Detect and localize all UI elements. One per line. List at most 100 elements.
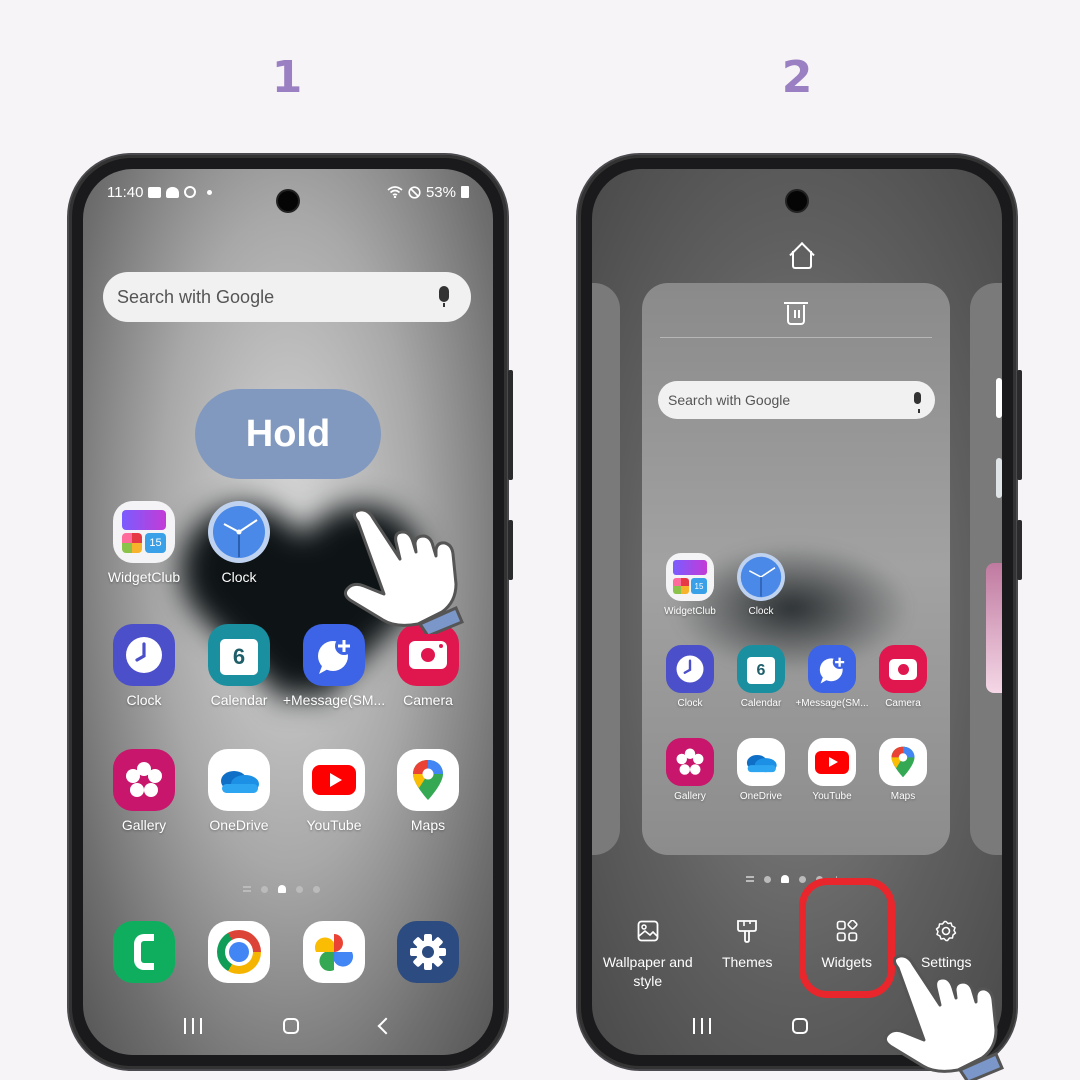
onedrive-icon [737,738,785,786]
wallpaper-icon [636,919,660,943]
home-screen[interactable]: 11:40 53% Search with Google Hold 15 Wid… [83,169,493,1055]
navigation-bar [83,1011,493,1041]
volume-button [508,370,513,480]
next-page-card[interactable] [970,283,1002,855]
chrome-icon [208,921,270,983]
recents-button[interactable] [692,1018,711,1034]
page-indicator[interactable] [243,885,320,893]
settings-gear-icon [934,919,958,943]
app-gallery[interactable]: Gallery [655,738,725,802]
weather-icon [166,186,180,198]
app-label: Maps [410,817,446,833]
app-label: WidgetClub [107,569,181,585]
hand-pointer-icon [343,508,464,634]
app-onedrive[interactable]: OneDrive [194,749,284,833]
dock-photos[interactable] [289,921,379,983]
recents-button[interactable] [183,1018,202,1034]
app-label: Calendar [740,698,782,709]
app-maps[interactable]: Maps [383,749,473,833]
delete-page-icon[interactable] [784,302,808,325]
do-not-disturb-icon [408,185,421,199]
search-placeholder: Search with Google [668,392,791,408]
clock-analog-icon [737,553,785,601]
step-number-2: 2 [781,52,813,103]
app-clock-analog[interactable]: Clock [194,501,284,585]
app-clock[interactable]: Clock [655,645,725,709]
app-message[interactable]: +Message(SM... [795,645,869,709]
page-home-icon[interactable] [781,875,789,883]
app-clock-analog[interactable]: Clock [726,553,796,617]
app-onedrive[interactable]: OneDrive [726,738,796,802]
power-button [508,520,513,580]
battery-icon [461,186,469,198]
app-label: +Message(SM... [795,698,869,709]
app-widgetclub[interactable]: 15 WidgetClub [655,553,725,617]
themes-button[interactable]: Themes [698,919,798,991]
phone-frame-2: Search with Google 15 WidgetClub Clock C… [578,155,1022,1080]
power-button [1017,520,1022,580]
dock-settings[interactable] [383,921,473,983]
app-calendar[interactable]: 6 Calendar [194,624,284,708]
home-button[interactable] [282,1018,299,1034]
hold-label: Hold [245,412,331,455]
page-dot[interactable] [296,885,303,893]
app-maps[interactable]: Maps [868,738,938,802]
app-message[interactable]: +Message(SM... [283,624,385,708]
edit-label: Wallpaper and style [602,954,693,989]
mic-icon[interactable] [439,286,449,307]
google-search-bar[interactable]: Search with Google [658,381,935,419]
mic-icon[interactable] [914,392,921,413]
page-dot[interactable] [799,875,806,883]
app-label: Gallery [674,791,706,802]
prev-page-card[interactable] [592,283,620,855]
app-clock[interactable]: Clock [99,624,189,708]
widgetclub-icon: 15 [666,553,714,601]
app-label: Calendar [210,692,268,708]
app-label: Clock [677,698,703,709]
app-calendar[interactable]: 6 Calendar [726,645,796,709]
edit-label: Themes [721,954,773,970]
google-search-bar[interactable]: Search with Google [103,272,471,322]
page-dot[interactable] [764,875,771,883]
home-button[interactable] [791,1018,808,1034]
app-youtube[interactable]: YouTube [797,738,867,802]
page-home-icon[interactable] [278,885,286,893]
app-youtube[interactable]: YouTube [289,749,379,833]
hold-instruction-pill: Hold [195,389,381,479]
calendar-icon: 6 [737,645,785,693]
wifi-icon [387,186,403,198]
app-label: +Message(SM... [282,692,386,708]
page-list-icon[interactable] [746,876,754,882]
page-dot[interactable] [261,885,268,893]
app-label: OneDrive [739,791,783,802]
app-widgetclub[interactable]: 15 WidgetClub [99,501,189,585]
battery-percent: 53% [425,183,456,201]
app-gallery[interactable]: Gallery [99,749,189,833]
app-label: Clock [748,606,774,617]
current-page-card[interactable]: Search with Google 15 WidgetClub Clock C… [642,283,950,855]
maps-icon [397,749,459,811]
app-label: OneDrive [209,817,269,833]
sync-icon [184,186,197,198]
youtube-icon [808,738,856,786]
message-icon [808,645,856,693]
app-label: Camera [403,692,453,708]
set-home-page-icon[interactable] [792,251,812,269]
calendar-icon: 6 [208,624,270,686]
dock-phone[interactable] [99,921,189,983]
wallpaper-and-style-button[interactable]: Wallpaper and style [598,919,698,991]
app-label: Camera [885,698,921,709]
home-edit-screen[interactable]: Search with Google 15 WidgetClub Clock C… [592,169,1002,1055]
dock-chrome[interactable] [194,921,284,983]
gallery-notification-icon [148,186,162,198]
page-list-icon[interactable] [243,886,251,892]
page-dot[interactable] [313,885,320,893]
widgetclub-icon: 15 [113,501,175,563]
search-placeholder: Search with Google [117,286,275,307]
app-label: Clock [126,692,162,708]
phone-icon [113,921,175,983]
back-button[interactable] [377,1017,395,1035]
app-camera[interactable]: Camera [383,624,473,708]
app-camera[interactable]: Camera [868,645,938,709]
youtube-icon [303,749,365,811]
